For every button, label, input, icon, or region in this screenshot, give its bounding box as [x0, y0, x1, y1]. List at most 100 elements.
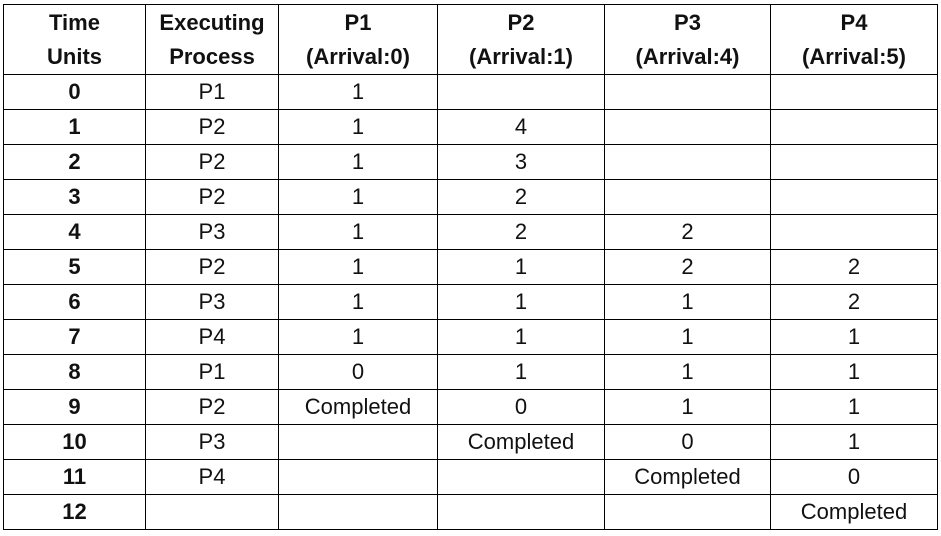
header-line-1: P1	[344, 9, 372, 35]
header-line-2: (Arrival:5)	[802, 43, 906, 69]
header-line-2: Units	[47, 43, 102, 69]
p3-remaining-cell: 1	[604, 389, 771, 425]
table-row: 3 P2 1 2	[3, 179, 938, 215]
executing-process-cell: P2	[145, 249, 279, 285]
p4-remaining-cell	[770, 214, 938, 250]
p2-remaining-cell: 2	[437, 179, 605, 215]
p3-remaining-cell	[604, 179, 771, 215]
table-body: 0 P1 1 1 P2 1 4 2 P2 1 3 3 P2 1 2 4 P3 1 2 2 5 P2 1 1 2 2 6 P3 1 1 1 2 7…	[3, 74, 938, 530]
p3-remaining-cell	[604, 109, 771, 145]
header-time-units: Time Units	[3, 4, 146, 75]
table-row: 0 P1 1	[3, 74, 938, 110]
p2-remaining-cell	[437, 74, 605, 110]
p2-remaining-cell: Completed	[437, 424, 605, 460]
header-p1: P1 (Arrival:0)	[278, 4, 438, 75]
header-p4: P4 (Arrival:5)	[770, 4, 938, 75]
time-cell: 1	[3, 109, 146, 145]
p3-remaining-cell: 1	[604, 319, 771, 355]
p1-remaining-cell	[278, 459, 438, 495]
p3-remaining-cell	[604, 144, 771, 180]
p3-remaining-cell: 0	[604, 424, 771, 460]
executing-process-cell: P4	[145, 459, 279, 495]
executing-process-cell: P2	[145, 144, 279, 180]
table-row: 9 P2 Completed 0 1 1	[3, 389, 938, 425]
p4-remaining-cell: 0	[770, 459, 938, 495]
table-row: 12 Completed	[3, 494, 938, 530]
p1-remaining-cell: 1	[278, 214, 438, 250]
p2-remaining-cell: 2	[437, 214, 605, 250]
p4-remaining-cell: Completed	[770, 494, 938, 530]
p4-remaining-cell: 1	[770, 354, 938, 390]
header-row: Time Units Executing Process P1 (Arrival…	[3, 4, 938, 75]
time-cell: 4	[3, 214, 146, 250]
p2-remaining-cell: 1	[437, 319, 605, 355]
p1-remaining-cell: 1	[278, 319, 438, 355]
p4-remaining-cell: 1	[770, 424, 938, 460]
p2-remaining-cell: 1	[437, 354, 605, 390]
time-cell: 2	[3, 144, 146, 180]
table-row: 10 P3 Completed 0 1	[3, 424, 938, 460]
header-line-2: (Arrival:0)	[306, 43, 410, 69]
p1-remaining-cell: Completed	[278, 389, 438, 425]
header-p2: P2 (Arrival:1)	[437, 4, 605, 75]
executing-process-cell: P2	[145, 179, 279, 215]
p2-remaining-cell: 1	[437, 249, 605, 285]
p4-remaining-cell: 2	[770, 249, 938, 285]
table-row: 2 P2 1 3	[3, 144, 938, 180]
executing-process-cell: P3	[145, 284, 279, 320]
table-row: 6 P3 1 1 1 2	[3, 284, 938, 320]
header-line-1: P3	[674, 9, 701, 35]
p1-remaining-cell: 1	[278, 179, 438, 215]
p2-remaining-cell: 3	[437, 144, 605, 180]
p1-remaining-cell: 1	[278, 109, 438, 145]
p1-remaining-cell: 1	[278, 74, 438, 110]
p3-remaining-cell: 2	[604, 214, 771, 250]
executing-process-cell: P3	[145, 214, 279, 250]
p4-remaining-cell: 1	[770, 389, 938, 425]
executing-process-cell: P2	[145, 109, 279, 145]
header-line-1: P2	[507, 9, 535, 35]
p1-remaining-cell: 0	[278, 354, 438, 390]
p4-remaining-cell: 1	[770, 319, 938, 355]
p2-remaining-cell	[437, 494, 605, 530]
p3-remaining-cell	[604, 494, 771, 530]
time-cell: 0	[3, 74, 146, 110]
time-cell: 8	[3, 354, 146, 390]
executing-process-cell: P3	[145, 424, 279, 460]
time-cell: 9	[3, 389, 146, 425]
executing-process-cell: P4	[145, 319, 279, 355]
p2-remaining-cell	[437, 459, 605, 495]
p4-remaining-cell	[770, 109, 938, 145]
header-line-2: (Arrival:4)	[635, 43, 740, 69]
p2-remaining-cell: 1	[437, 284, 605, 320]
p3-remaining-cell: 2	[604, 249, 771, 285]
executing-process-cell	[145, 494, 279, 530]
p2-remaining-cell: 4	[437, 109, 605, 145]
p1-remaining-cell: 1	[278, 144, 438, 180]
time-cell: 5	[3, 249, 146, 285]
p2-remaining-cell: 0	[437, 389, 605, 425]
header-line-2: Process	[169, 43, 255, 69]
p3-remaining-cell: 1	[604, 284, 771, 320]
time-cell: 6	[3, 284, 146, 320]
p4-remaining-cell: 2	[770, 284, 938, 320]
p4-remaining-cell	[770, 144, 938, 180]
table-row: 8 P1 0 1 1 1	[3, 354, 938, 390]
table-row: 11 P4 Completed 0	[3, 459, 938, 495]
executing-process-cell: P1	[145, 74, 279, 110]
header-line-1: Executing	[159, 9, 265, 35]
p1-remaining-cell: 1	[278, 249, 438, 285]
p4-remaining-cell	[770, 179, 938, 215]
p3-remaining-cell	[604, 74, 771, 110]
table-row: 1 P2 1 4	[3, 109, 938, 145]
header-line-1: Time	[49, 9, 100, 35]
time-cell: 10	[3, 424, 146, 460]
executing-process-cell: P1	[145, 354, 279, 390]
scheduling-table: Time Units Executing Process P1 (Arrival…	[3, 4, 938, 530]
header-executing-process: Executing Process	[145, 4, 279, 75]
p1-remaining-cell	[278, 494, 438, 530]
time-cell: 11	[3, 459, 146, 495]
time-cell: 7	[3, 319, 146, 355]
header-p3: P3 (Arrival:4)	[604, 4, 771, 75]
time-cell: 3	[3, 179, 146, 215]
